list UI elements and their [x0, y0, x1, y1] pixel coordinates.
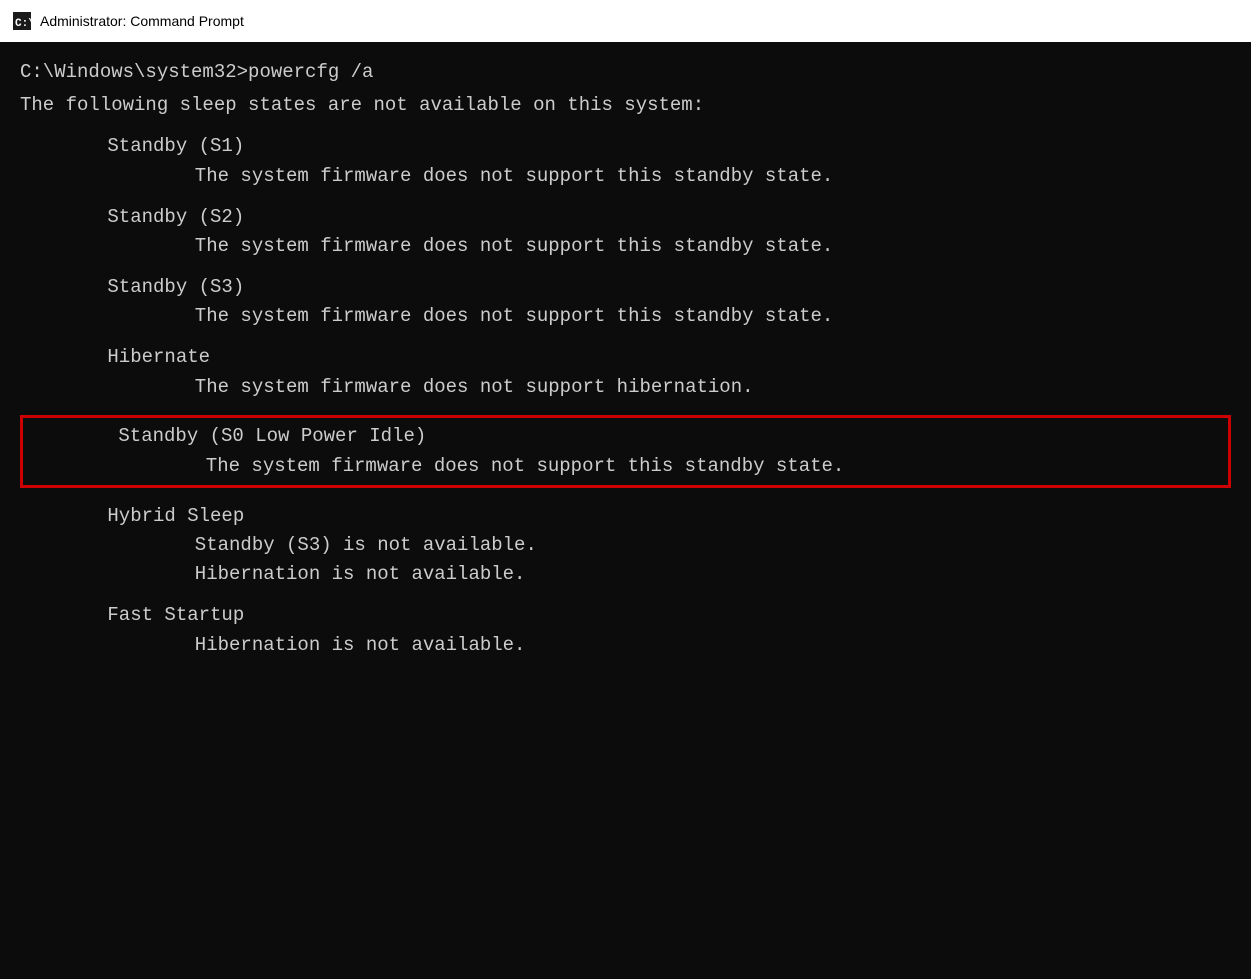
fast-startup-msg: Hibernation is not available.: [20, 631, 1231, 660]
standby-s3-label: Standby (S3): [20, 273, 1231, 302]
window-title: Administrator: Command Prompt: [40, 13, 244, 29]
standby-s2-msg: The system firmware does not support thi…: [20, 232, 1231, 261]
fast-startup-label: Fast Startup: [20, 601, 1231, 630]
header-line: The following sleep states are not avail…: [20, 91, 1231, 120]
standby-s0-label: Standby (S0 Low Power Idle): [31, 422, 1220, 451]
highlighted-s0-block: Standby (S0 Low Power Idle) The system f…: [20, 415, 1231, 488]
standby-s0-msg: The system firmware does not support thi…: [31, 452, 1220, 481]
standby-s1-label: Standby (S1): [20, 132, 1231, 161]
hybrid-sleep-msg1: Standby (S3) is not available.: [20, 531, 1231, 560]
standby-s2-label: Standby (S2): [20, 203, 1231, 232]
hybrid-sleep-msg2: Hibernation is not available.: [20, 560, 1231, 589]
terminal-window: C:\Windows\system32>powercfg /a The foll…: [0, 42, 1251, 979]
standby-s3-msg: The system firmware does not support thi…: [20, 302, 1231, 331]
cmd-icon: C:\: [12, 11, 32, 31]
standby-s1-msg: The system firmware does not support thi…: [20, 162, 1231, 191]
hibernate-msg: The system firmware does not support hib…: [20, 373, 1231, 402]
hybrid-sleep-label: Hybrid Sleep: [20, 502, 1231, 531]
svg-text:C:\: C:\: [15, 18, 31, 30]
title-bar: C:\ Administrator: Command Prompt: [0, 0, 1251, 42]
hibernate-label: Hibernate: [20, 343, 1231, 372]
prompt-line: C:\Windows\system32>powercfg /a: [20, 58, 1231, 87]
